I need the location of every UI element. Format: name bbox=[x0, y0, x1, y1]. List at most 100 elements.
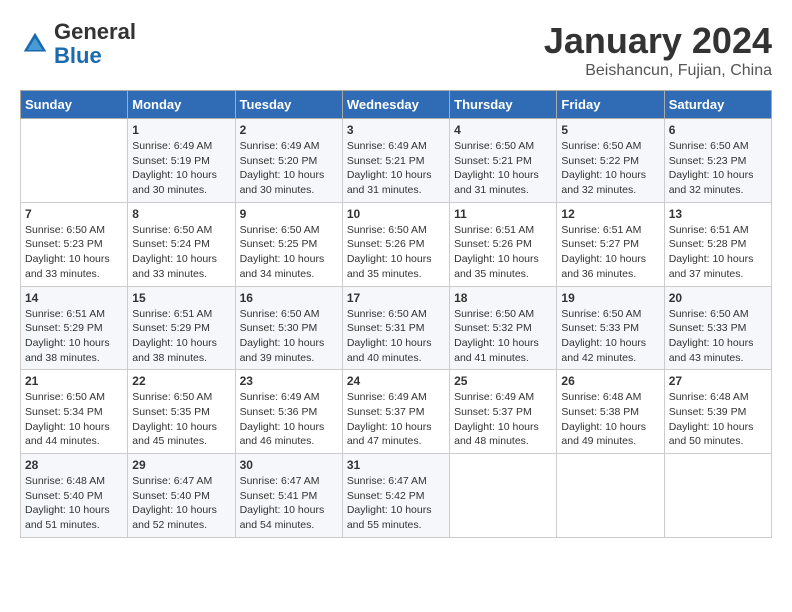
cell-content: Sunrise: 6:48 AM Sunset: 5:40 PM Dayligh… bbox=[25, 474, 123, 533]
cell-content: Sunrise: 6:50 AM Sunset: 5:34 PM Dayligh… bbox=[25, 390, 123, 449]
calendar-cell: 9Sunrise: 6:50 AM Sunset: 5:25 PM Daylig… bbox=[235, 202, 342, 286]
calendar-cell: 10 Sunrise: 6:50 AM Sunset: 5:26 PM Dayli… bbox=[342, 202, 449, 286]
calendar-cell: 29 Sunrise: 6:47 AM Sunset: 5:40 PM Dayli… bbox=[128, 454, 235, 538]
cell-content: Sunrise: 6:49 AM Sunset: 5:37 PM Dayligh… bbox=[454, 390, 552, 449]
week-row-3: 21 Sunrise: 6:50 AM Sunset: 5:34 PM Dayli… bbox=[21, 370, 772, 454]
calendar-cell: 15 Sunrise: 6:51 AM Sunset: 5:29 PM Dayli… bbox=[128, 286, 235, 370]
cell-content: Sunrise: 6:50 AM Sunset: 5:30 PM Dayligh… bbox=[240, 307, 338, 366]
day-number: 1 bbox=[132, 123, 230, 137]
calendar-cell: 28 Sunrise: 6:48 AM Sunset: 5:40 PM Dayli… bbox=[21, 454, 128, 538]
cell-content: Sunrise: 6:47 AM Sunset: 5:41 PM Dayligh… bbox=[240, 474, 338, 533]
day-header-tuesday: Tuesday bbox=[235, 91, 342, 119]
day-number: 18 bbox=[454, 291, 552, 305]
calendar-cell: 13 Sunrise: 6:51 AM Sunset: 5:28 PM Dayli… bbox=[664, 202, 771, 286]
day-number: 25 bbox=[454, 374, 552, 388]
calendar-cell: 4 Sunrise: 6:50 AM Sunset: 5:21 PM Daylig… bbox=[450, 119, 557, 203]
day-number: 29 bbox=[132, 458, 230, 472]
cell-content: Sunrise: 6:51 AM Sunset: 5:29 PM Dayligh… bbox=[25, 307, 123, 366]
logo-general-text: General bbox=[54, 19, 136, 44]
cell-content: Sunrise: 6:50 AM Sunset: 5:33 PM Dayligh… bbox=[669, 307, 767, 366]
logo-icon bbox=[20, 29, 50, 59]
week-row-0: 1 Sunrise: 6:49 AM Sunset: 5:19 PM Daylig… bbox=[21, 119, 772, 203]
day-number: 5 bbox=[561, 123, 659, 137]
cell-content: Sunrise: 6:50 AM Sunset: 5:23 PM Dayligh… bbox=[669, 139, 767, 198]
calendar-cell: 5 Sunrise: 6:50 AM Sunset: 5:22 PM Daylig… bbox=[557, 119, 664, 203]
calendar-cell bbox=[450, 454, 557, 538]
calendar-cell: 23Sunrise: 6:49 AM Sunset: 5:36 PM Dayli… bbox=[235, 370, 342, 454]
cell-content: Sunrise: 6:48 AM Sunset: 5:39 PM Dayligh… bbox=[669, 390, 767, 449]
day-number: 26 bbox=[561, 374, 659, 388]
calendar-cell: 18 Sunrise: 6:50 AM Sunset: 5:32 PM Dayli… bbox=[450, 286, 557, 370]
calendar-cell: 25 Sunrise: 6:49 AM Sunset: 5:37 PM Dayli… bbox=[450, 370, 557, 454]
week-row-4: 28 Sunrise: 6:48 AM Sunset: 5:40 PM Dayli… bbox=[21, 454, 772, 538]
day-number: 10 bbox=[347, 207, 445, 221]
calendar-cell: 1 Sunrise: 6:49 AM Sunset: 5:19 PM Daylig… bbox=[128, 119, 235, 203]
calendar-cell bbox=[557, 454, 664, 538]
day-number: 31 bbox=[347, 458, 445, 472]
day-header-friday: Friday bbox=[557, 91, 664, 119]
day-number: 6 bbox=[669, 123, 767, 137]
day-header-thursday: Thursday bbox=[450, 91, 557, 119]
calendar-cell: 20 Sunrise: 6:50 AM Sunset: 5:33 PM Dayli… bbox=[664, 286, 771, 370]
cell-content: Sunrise: 6:49 AM Sunset: 5:19 PM Dayligh… bbox=[132, 139, 230, 198]
calendar-cell: 17 Sunrise: 6:50 AM Sunset: 5:31 PM Dayli… bbox=[342, 286, 449, 370]
calendar-table: SundayMondayTuesdayWednesdayThursdayFrid… bbox=[20, 90, 772, 538]
logo-text: General Blue bbox=[54, 20, 136, 68]
calendar-cell: 8 Sunrise: 6:50 AM Sunset: 5:24 PM Daylig… bbox=[128, 202, 235, 286]
title-area: January 2024 Beishancun, Fujian, China bbox=[544, 20, 772, 80]
calendar-cell: 7Sunrise: 6:50 AM Sunset: 5:23 PM Daylig… bbox=[21, 202, 128, 286]
calendar-cell: 2Sunrise: 6:49 AM Sunset: 5:20 PM Daylig… bbox=[235, 119, 342, 203]
cell-content: Sunrise: 6:50 AM Sunset: 5:21 PM Dayligh… bbox=[454, 139, 552, 198]
day-number: 21 bbox=[25, 374, 123, 388]
day-number: 23 bbox=[240, 374, 338, 388]
calendar-cell: 14 Sunrise: 6:51 AM Sunset: 5:29 PM Dayli… bbox=[21, 286, 128, 370]
day-number: 15 bbox=[132, 291, 230, 305]
week-row-2: 14 Sunrise: 6:51 AM Sunset: 5:29 PM Dayli… bbox=[21, 286, 772, 370]
day-number: 4 bbox=[454, 123, 552, 137]
day-number: 24 bbox=[347, 374, 445, 388]
calendar-cell: 3 Sunrise: 6:49 AM Sunset: 5:21 PM Daylig… bbox=[342, 119, 449, 203]
day-number: 20 bbox=[669, 291, 767, 305]
calendar-cell: 19 Sunrise: 6:50 AM Sunset: 5:33 PM Dayli… bbox=[557, 286, 664, 370]
cell-content: Sunrise: 6:49 AM Sunset: 5:20 PM Dayligh… bbox=[240, 139, 338, 198]
logo-blue-text: Blue bbox=[54, 43, 102, 68]
cell-content: Sunrise: 6:50 AM Sunset: 5:33 PM Dayligh… bbox=[561, 307, 659, 366]
cell-content: Sunrise: 6:47 AM Sunset: 5:42 PM Dayligh… bbox=[347, 474, 445, 533]
cell-content: Sunrise: 6:50 AM Sunset: 5:23 PM Dayligh… bbox=[25, 223, 123, 282]
cell-content: Sunrise: 6:50 AM Sunset: 5:31 PM Dayligh… bbox=[347, 307, 445, 366]
day-number: 30 bbox=[240, 458, 338, 472]
day-number: 3 bbox=[347, 123, 445, 137]
cell-content: Sunrise: 6:50 AM Sunset: 5:26 PM Dayligh… bbox=[347, 223, 445, 282]
day-header-monday: Monday bbox=[128, 91, 235, 119]
day-header-wednesday: Wednesday bbox=[342, 91, 449, 119]
calendar-cell bbox=[21, 119, 128, 203]
calendar-cell: 12Sunrise: 6:51 AM Sunset: 5:27 PM Dayli… bbox=[557, 202, 664, 286]
day-number: 9 bbox=[240, 207, 338, 221]
cell-content: Sunrise: 6:51 AM Sunset: 5:29 PM Dayligh… bbox=[132, 307, 230, 366]
day-number: 19 bbox=[561, 291, 659, 305]
day-number: 16 bbox=[240, 291, 338, 305]
day-number: 11 bbox=[454, 207, 552, 221]
day-number: 14 bbox=[25, 291, 123, 305]
cell-content: Sunrise: 6:50 AM Sunset: 5:32 PM Dayligh… bbox=[454, 307, 552, 366]
day-number: 22 bbox=[132, 374, 230, 388]
calendar-cell: 26Sunrise: 6:48 AM Sunset: 5:38 PM Dayli… bbox=[557, 370, 664, 454]
cell-content: Sunrise: 6:49 AM Sunset: 5:21 PM Dayligh… bbox=[347, 139, 445, 198]
day-number: 17 bbox=[347, 291, 445, 305]
calendar-cell: 24Sunrise: 6:49 AM Sunset: 5:37 PM Dayli… bbox=[342, 370, 449, 454]
day-number: 28 bbox=[25, 458, 123, 472]
week-row-1: 7Sunrise: 6:50 AM Sunset: 5:23 PM Daylig… bbox=[21, 202, 772, 286]
cell-content: Sunrise: 6:50 AM Sunset: 5:22 PM Dayligh… bbox=[561, 139, 659, 198]
day-number: 8 bbox=[132, 207, 230, 221]
calendar-cell: 27Sunrise: 6:48 AM Sunset: 5:39 PM Dayli… bbox=[664, 370, 771, 454]
cell-content: Sunrise: 6:47 AM Sunset: 5:40 PM Dayligh… bbox=[132, 474, 230, 533]
calendar-cell: 11Sunrise: 6:51 AM Sunset: 5:26 PM Dayli… bbox=[450, 202, 557, 286]
day-number: 13 bbox=[669, 207, 767, 221]
cell-content: Sunrise: 6:50 AM Sunset: 5:35 PM Dayligh… bbox=[132, 390, 230, 449]
day-number: 12 bbox=[561, 207, 659, 221]
calendar-cell: 21 Sunrise: 6:50 AM Sunset: 5:34 PM Dayli… bbox=[21, 370, 128, 454]
header: General Blue January 2024 Beishancun, Fu… bbox=[20, 20, 772, 80]
cell-content: Sunrise: 6:50 AM Sunset: 5:24 PM Dayligh… bbox=[132, 223, 230, 282]
calendar-cell: 22 Sunrise: 6:50 AM Sunset: 5:35 PM Dayli… bbox=[128, 370, 235, 454]
cell-content: Sunrise: 6:51 AM Sunset: 5:28 PM Dayligh… bbox=[669, 223, 767, 282]
